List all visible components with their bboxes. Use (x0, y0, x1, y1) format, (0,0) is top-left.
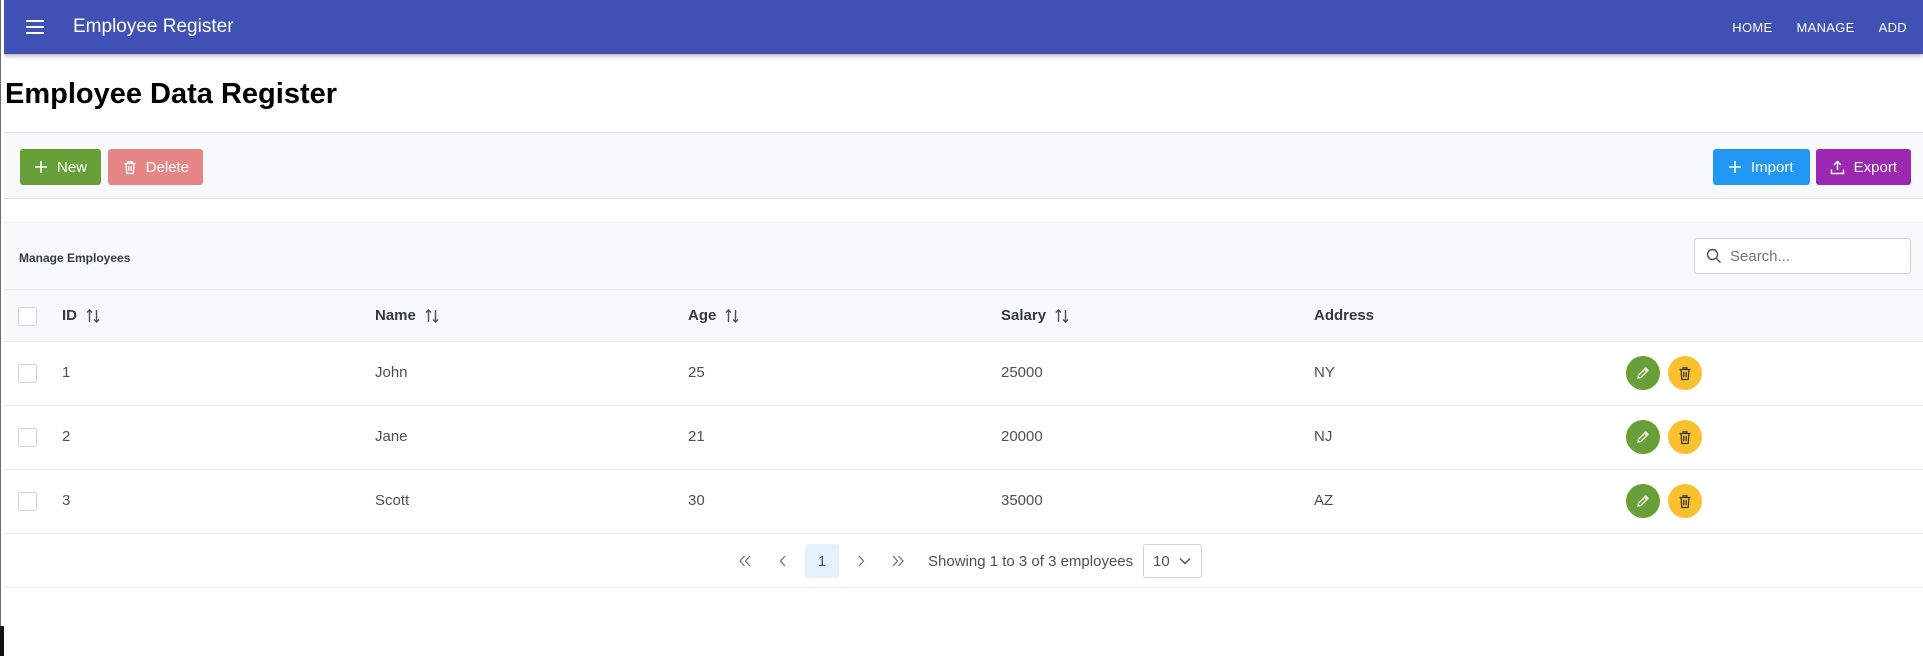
cell-id: 1 (62, 364, 71, 381)
delete-row-button[interactable] (1668, 484, 1702, 518)
select-all-checkbox[interactable] (18, 307, 37, 326)
edit-button[interactable] (1626, 420, 1660, 454)
nav-home[interactable]: HOME (1732, 20, 1772, 35)
column-header-age[interactable]: Age (688, 307, 740, 324)
sort-icon (1055, 308, 1069, 323)
cell-address: NJ (1314, 428, 1333, 445)
trash-icon (122, 159, 138, 175)
last-page-icon[interactable] (881, 544, 915, 578)
cell-address: NY (1314, 364, 1335, 381)
search-input[interactable] (1730, 247, 1900, 265)
cell-id: 3 (62, 492, 71, 509)
trash-icon (1679, 494, 1691, 508)
nav-manage[interactable]: MANAGE (1796, 20, 1854, 35)
column-header-label: ID (62, 307, 77, 324)
pencil-icon (1637, 495, 1649, 507)
column-header-salary[interactable]: Salary (1001, 307, 1070, 324)
delete-row-button[interactable] (1668, 420, 1702, 454)
import-button-label: Import (1751, 158, 1794, 176)
table-row[interactable]: 2 Jane 21 20000 NJ (4, 406, 1923, 470)
cell-id: 2 (62, 428, 71, 445)
delete-row-button[interactable] (1668, 356, 1702, 390)
cell-salary: 25000 (1001, 364, 1043, 381)
edit-button[interactable] (1626, 484, 1660, 518)
app-bar: Employee Register HOME MANAGE ADD (4, 0, 1923, 54)
table-row[interactable]: 1 John 25 25000 NY (4, 342, 1923, 406)
previous-page-icon[interactable] (766, 544, 800, 578)
page-number-button[interactable]: 1 (805, 544, 839, 578)
column-header-label: Name (375, 307, 416, 324)
sort-icon (425, 308, 439, 323)
search-icon (1706, 248, 1721, 263)
trash-icon (1679, 366, 1691, 380)
first-page-icon[interactable] (728, 544, 762, 578)
edit-button[interactable] (1626, 356, 1660, 390)
new-button-label: New (56, 158, 87, 176)
column-header-name[interactable]: Name (375, 307, 440, 324)
page-title: Employee Data Register (5, 78, 338, 110)
search-field[interactable] (1694, 238, 1911, 274)
plus-icon (34, 159, 49, 175)
hamburger-menu-icon[interactable] (26, 15, 52, 39)
cell-name: John (375, 364, 408, 381)
paginator: 1 Showing 1 to 3 of 3 employees 10 (4, 534, 1923, 588)
cell-salary: 20000 (1001, 428, 1043, 445)
app-title: Employee Register (73, 16, 234, 37)
cell-age: 21 (688, 428, 705, 445)
row-checkbox[interactable] (18, 428, 37, 447)
pencil-icon (1637, 367, 1649, 379)
cell-address: AZ (1314, 492, 1334, 509)
rows-per-page-dropdown[interactable]: 10 (1143, 544, 1202, 578)
export-button[interactable]: Export (1816, 149, 1911, 185)
toolbar: New Delete Import Export (4, 132, 1923, 199)
new-button[interactable]: New (20, 149, 101, 185)
plus-icon (1727, 159, 1743, 175)
nav-add[interactable]: ADD (1879, 20, 1907, 35)
pencil-icon (1637, 431, 1649, 443)
page-report: Showing 1 to 3 of 3 employees (928, 553, 1134, 570)
column-header-label: Age (688, 307, 717, 324)
column-header-label: Address (1314, 307, 1375, 324)
import-button[interactable]: Import (1713, 149, 1810, 185)
cell-name: Scott (375, 492, 410, 509)
window-corner (0, 626, 4, 656)
trash-icon (1679, 430, 1691, 444)
cell-age: 25 (688, 364, 705, 381)
table-caption: Manage Employees (4, 222, 1923, 290)
table-row[interactable]: 3 Scott 30 35000 AZ (4, 470, 1923, 534)
column-header-id[interactable]: ID (62, 307, 101, 324)
column-header-address: Address (1314, 307, 1374, 324)
sort-icon (86, 308, 100, 323)
window-left-edge (0, 0, 4, 656)
table-head: ID Name Age Salary Address (4, 290, 1923, 342)
upload-icon (1830, 159, 1846, 175)
next-page-icon[interactable] (844, 544, 878, 578)
cell-salary: 35000 (1001, 492, 1043, 509)
row-checkbox[interactable] (18, 364, 37, 383)
sort-icon (725, 308, 739, 323)
export-button-label: Export (1853, 158, 1897, 176)
row-checkbox[interactable] (18, 492, 37, 511)
top-nav: HOME MANAGE ADD (1708, 0, 1907, 54)
chevron-down-icon (1179, 558, 1191, 565)
cell-name: Jane (375, 428, 408, 445)
delete-button-label: Delete (145, 158, 189, 176)
rows-per-page-value: 10 (1153, 552, 1170, 570)
table-title: Manage Employees (19, 251, 131, 265)
delete-button[interactable]: Delete (108, 149, 203, 185)
cell-age: 30 (688, 492, 705, 509)
column-header-label: Salary (1001, 307, 1047, 324)
